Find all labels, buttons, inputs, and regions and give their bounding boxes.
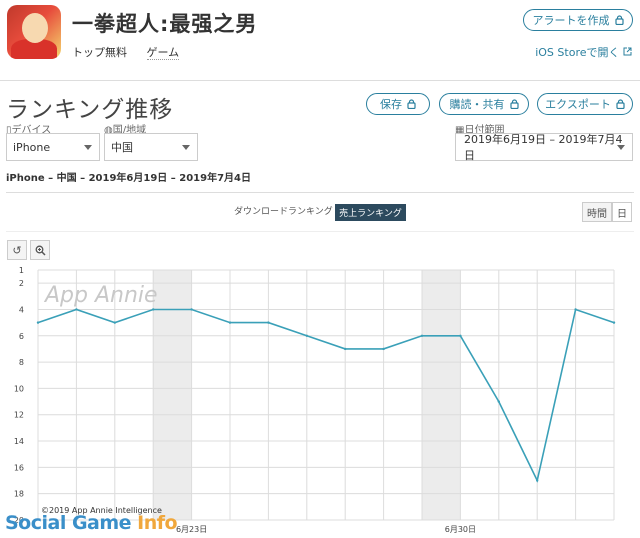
zoom-button[interactable] [30,240,50,260]
y-tick-label: 12 [14,411,24,420]
chevron-down-icon [182,145,190,150]
y-tick-label: 16 [14,463,24,472]
data-point[interactable] [612,321,616,324]
create-alert-button[interactable]: アラートを作成 [523,9,633,31]
country-select-value: 中国 [111,141,133,154]
category-link[interactable]: ゲーム [146,46,180,60]
app-icon-face [22,13,48,43]
lock-icon [509,99,519,109]
app-icon [7,5,61,59]
site-watermark: Social Game Info [5,512,178,534]
site-name-b: Info [131,512,178,534]
chevron-down-icon [617,145,625,150]
y-tick-label: 8 [19,358,24,367]
data-point[interactable] [75,308,78,311]
lock-icon [407,99,416,109]
data-point[interactable] [36,321,40,324]
subscribe-share-button[interactable]: 購読・共有 [439,93,529,115]
data-point[interactable] [459,334,462,337]
data-point[interactable] [574,308,577,311]
chart-watermark: App Annie [43,283,158,308]
date-range-value: 2019年6月19日 – 2019年7月4日 [464,133,623,162]
country-select[interactable]: 中国 [104,133,198,161]
series-line [37,308,615,483]
zoom-icon [35,245,46,256]
ios-store-link-label: iOS Storeで開く [535,46,620,59]
reset-zoom-button[interactable]: ↺ [7,240,27,260]
site-name-a: Social Game [5,512,132,534]
y-tick-label: 10 [14,384,24,393]
rank-type-label: トップ無料 [72,46,127,59]
weekend-shade [422,270,461,520]
data-point[interactable] [190,308,193,311]
revenue-ranking-tab[interactable]: 売上ランキング [335,204,406,221]
device-select-value: iPhone [13,140,51,154]
lock-icon [614,15,624,25]
y-tick-label: 14 [14,437,24,446]
export-button[interactable]: エクスポート [537,93,633,115]
daily-toggle[interactable]: 日 [612,202,632,222]
data-point[interactable] [420,334,424,337]
device-select[interactable]: iPhone [6,133,100,161]
data-point[interactable] [267,321,270,324]
lock-icon [616,99,625,109]
data-point[interactable] [228,321,232,324]
hourly-toggle[interactable]: 時間 [582,202,612,222]
y-tick-label: 6 [19,332,24,341]
create-alert-label: アラートを作成 [532,14,610,27]
download-ranking-tab[interactable]: ダウンロードランキング [234,204,333,217]
data-point[interactable] [536,479,539,482]
data-point[interactable] [113,321,117,324]
weekend-shade [153,270,192,520]
section-divider [6,192,634,193]
data-point[interactable] [152,308,155,311]
save-button[interactable]: 保存 [366,93,430,115]
y-tick-label: 2 [19,279,24,288]
data-point[interactable] [305,334,308,337]
y-tick-label: 1 [19,266,24,275]
share-label: 購読・共有 [449,98,505,111]
app-meta: トップ無料 ゲーム [72,44,180,60]
data-point[interactable] [382,347,385,351]
ios-store-link[interactable]: iOS Storeで開く [535,44,632,60]
save-label: 保存 [380,98,402,111]
page-title: ランキング推移 [6,97,174,123]
app-title: 一拳超人:最强之男 [72,12,258,36]
data-point[interactable] [497,400,500,403]
y-tick-label: 4 [19,305,24,314]
header-divider [0,80,640,81]
undo-icon: ↺ [12,243,22,257]
toolbar-divider [6,231,634,232]
data-point[interactable] [344,347,347,351]
external-link-icon [623,47,632,56]
ranking-chart: App Annie 12468101214161820 6月23日 6月30日 ©… [14,266,616,534]
export-label: エクスポート [545,98,611,111]
chevron-down-icon [84,145,92,150]
filter-summary: iPhone – 中国 – 2019年6月19日 – 2019年7月4日 [6,173,251,184]
x-tick-label: 6月23日 [176,525,207,534]
date-range-select[interactable]: 2019年6月19日 – 2019年7月4日 [455,133,633,162]
x-tick-label: 6月30日 [445,525,476,534]
y-tick-label: 18 [14,490,24,499]
